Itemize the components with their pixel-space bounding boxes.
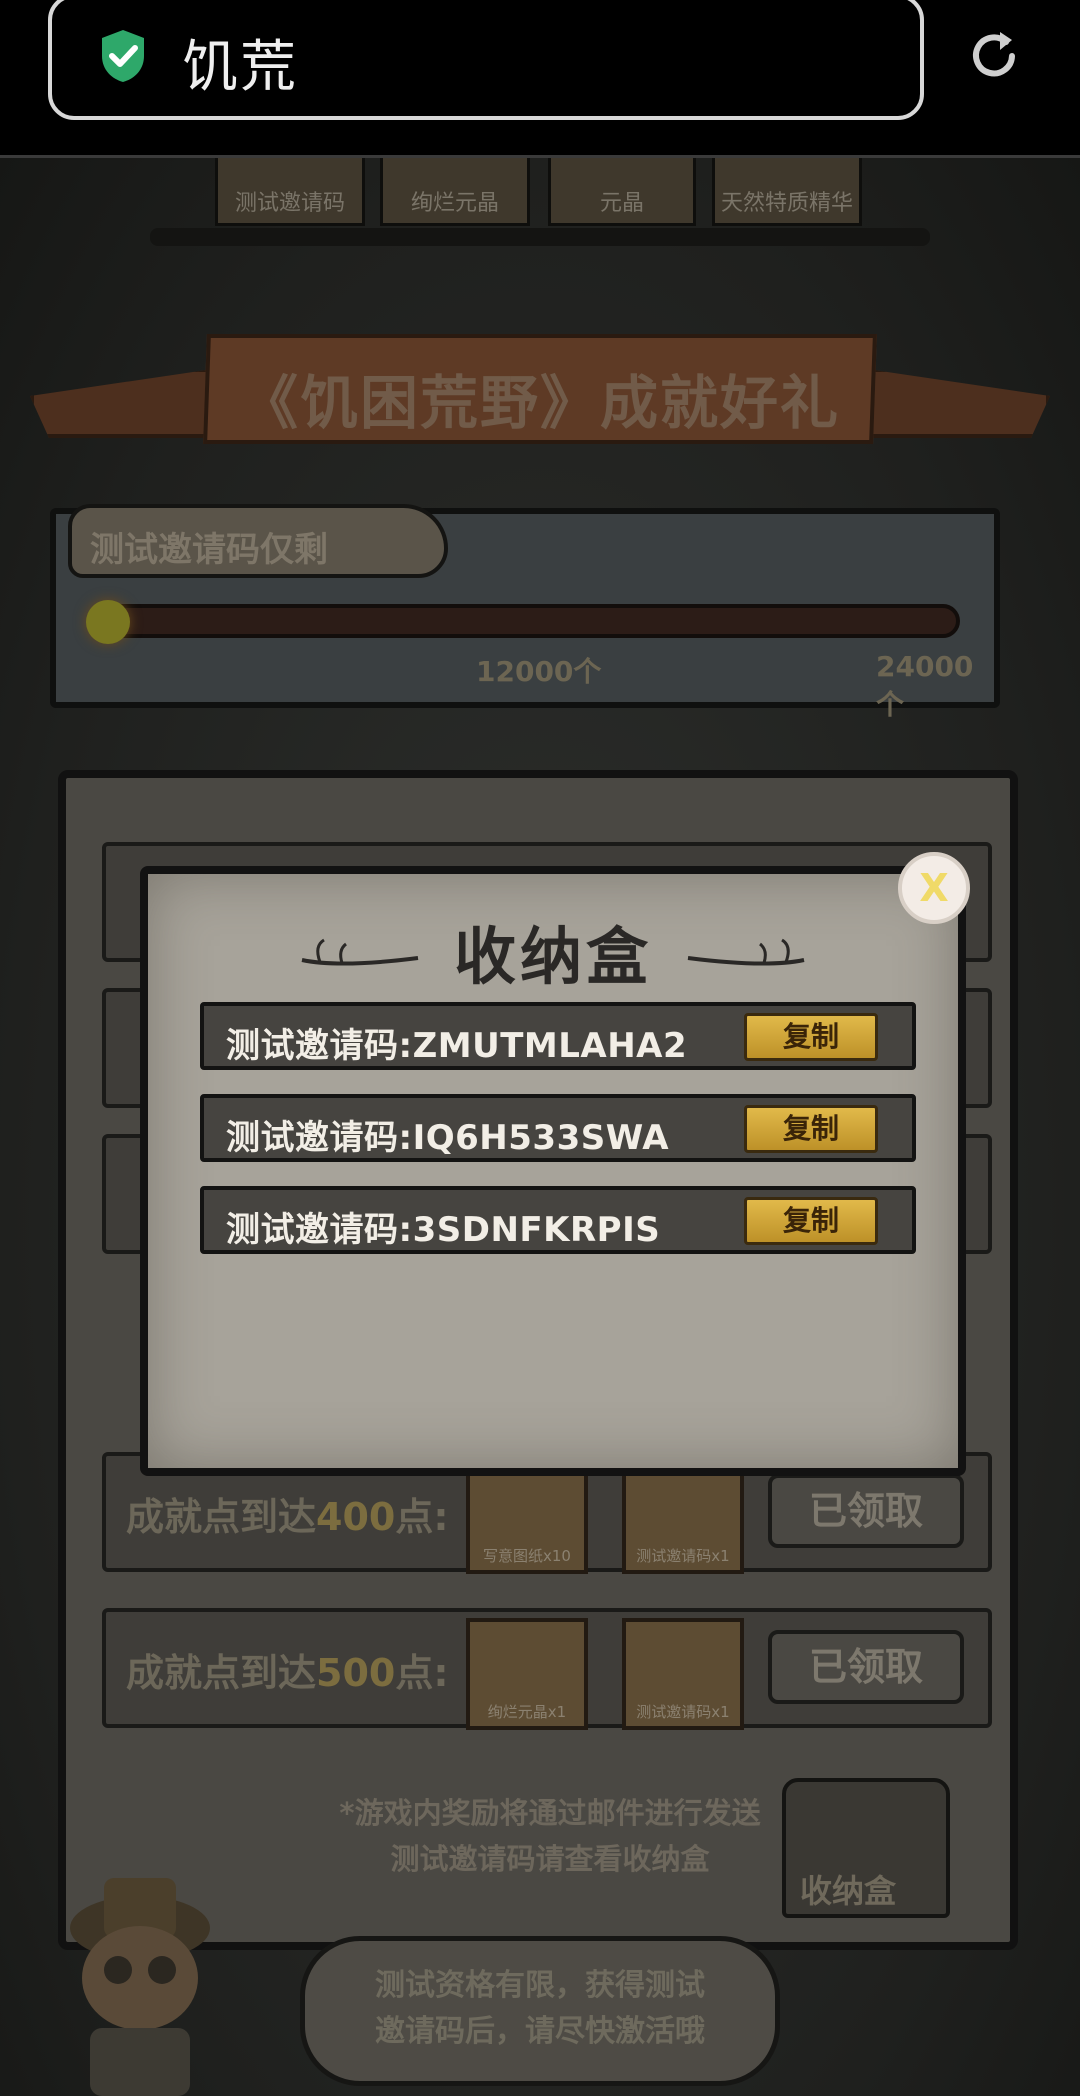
notice-line: *游戏内奖励将通过邮件进行发送 bbox=[339, 1796, 761, 1830]
achievement-text: 成就点到达500点: bbox=[126, 1651, 449, 1695]
storage-box-modal: 收纳盒 测试邀请码:ZMUTMLAHA2 复制 测试邀请码:IQ6H533SWA… bbox=[140, 866, 966, 1476]
notice-text: *游戏内奖励将通过邮件进行发送 测试邀请码请查看收纳盒 bbox=[300, 1790, 800, 1882]
progress-indicator bbox=[86, 600, 130, 644]
banner-wing-right bbox=[860, 368, 1050, 438]
tab-label: 元晶 bbox=[599, 191, 644, 216]
reward-invite-code: 测试邀请码x1 bbox=[622, 1462, 744, 1574]
invite-code-row: 测试邀请码:IQ6H533SWA 复制 bbox=[200, 1094, 916, 1162]
progress-marker-mid: 12000个 bbox=[476, 655, 602, 688]
tab-invite-code[interactable]: 测试邀请码 bbox=[215, 158, 365, 226]
tab-label: 天然特质精华 bbox=[720, 191, 853, 216]
invite-code-text: 测试邀请码:3SDNFKRPIS bbox=[226, 1210, 661, 1250]
progress-marker-end: 24000个 bbox=[876, 650, 974, 721]
invite-code-row: 测试邀请码:3SDNFKRPIS 复制 bbox=[200, 1186, 916, 1254]
copy-button[interactable]: 复制 bbox=[744, 1105, 878, 1153]
invite-code-text: 测试邀请码:IQ6H533SWA bbox=[226, 1118, 670, 1158]
banner: 《饥困荒野》成就好礼 bbox=[30, 328, 1050, 488]
tab-natural-essence[interactable]: 天然特质精华 bbox=[712, 158, 862, 226]
notice-line: 测试邀请码请查看收纳盒 bbox=[390, 1842, 710, 1876]
progress-panel: 测试邀请码仅剩 12000个 24000个 bbox=[50, 504, 1000, 721]
claimed-button[interactable]: 已领取 bbox=[768, 1630, 964, 1704]
progress-track bbox=[90, 604, 960, 638]
banner-wing-left bbox=[30, 368, 220, 438]
tab-label: 测试邀请码 bbox=[234, 191, 345, 216]
reward-label: 测试邀请码x1 bbox=[636, 1703, 730, 1721]
invite-code-text: 测试邀请码:ZMUTMLAHA2 bbox=[226, 1026, 688, 1066]
invite-code-row: 测试邀请码:ZMUTMLAHA2 复制 bbox=[200, 1002, 916, 1070]
reward-label: 绚烂元晶x1 bbox=[487, 1703, 567, 1721]
claimed-button[interactable]: 已领取 bbox=[768, 1474, 964, 1548]
modal-close-button[interactable]: X bbox=[898, 852, 970, 924]
reload-icon[interactable] bbox=[962, 24, 1026, 88]
reward-gorgeous-crystal: 绚烂元晶x1 bbox=[466, 1618, 588, 1730]
secure-shield-icon bbox=[102, 30, 144, 82]
progress-label: 测试邀请码仅剩 bbox=[90, 530, 328, 570]
reward-tabs: 测试邀请码 绚烂元晶 元晶 天然特质精华 bbox=[0, 158, 1080, 268]
tab-label: 绚烂元晶 bbox=[410, 191, 499, 216]
tab-crystal[interactable]: 元晶 bbox=[548, 158, 696, 226]
character-portrait-icon bbox=[70, 1878, 210, 2096]
achievement-row-500: 成就点到达500点: 绚烂元晶x1 测试邀请码x1 已领取 bbox=[102, 1608, 992, 1730]
reward-label: 测试邀请码x1 bbox=[636, 1547, 730, 1565]
antler-decoration-right-icon bbox=[687, 938, 805, 966]
hint-text: 测试资格有限，获得测试 邀请码后，请尽快激活哦 bbox=[375, 1968, 705, 2049]
copy-button[interactable]: 复制 bbox=[744, 1013, 878, 1061]
copy-button[interactable]: 复制 bbox=[744, 1197, 878, 1245]
browser-top-bar: 饥荒 bbox=[0, 0, 1080, 158]
hint-bubble: 测试资格有限，获得测试 邀请码后，请尽快激活哦 bbox=[300, 1936, 780, 2086]
reward-blueprint: 写意图纸x10 bbox=[466, 1462, 588, 1574]
page-title: 饥荒 bbox=[182, 35, 298, 100]
tab-gorgeous-crystal[interactable]: 绚烂元晶 bbox=[380, 158, 530, 226]
address-bar[interactable]: 饥荒 bbox=[48, 0, 924, 120]
storage-box-label[interactable]: 收纳盒 bbox=[800, 1866, 896, 1912]
reward-label: 写意图纸x10 bbox=[483, 1547, 571, 1565]
tab-ribbon bbox=[150, 228, 930, 246]
progress-label-bubble: 测试邀请码仅剩 bbox=[68, 504, 448, 578]
close-label: X bbox=[919, 866, 949, 910]
reward-invite-code: 测试邀请码x1 bbox=[622, 1618, 744, 1730]
banner-title: 《饥困荒野》成就好礼 bbox=[239, 369, 840, 437]
achievement-text: 成就点到达400点: bbox=[126, 1495, 449, 1539]
modal-title: 收纳盒 bbox=[453, 920, 652, 993]
